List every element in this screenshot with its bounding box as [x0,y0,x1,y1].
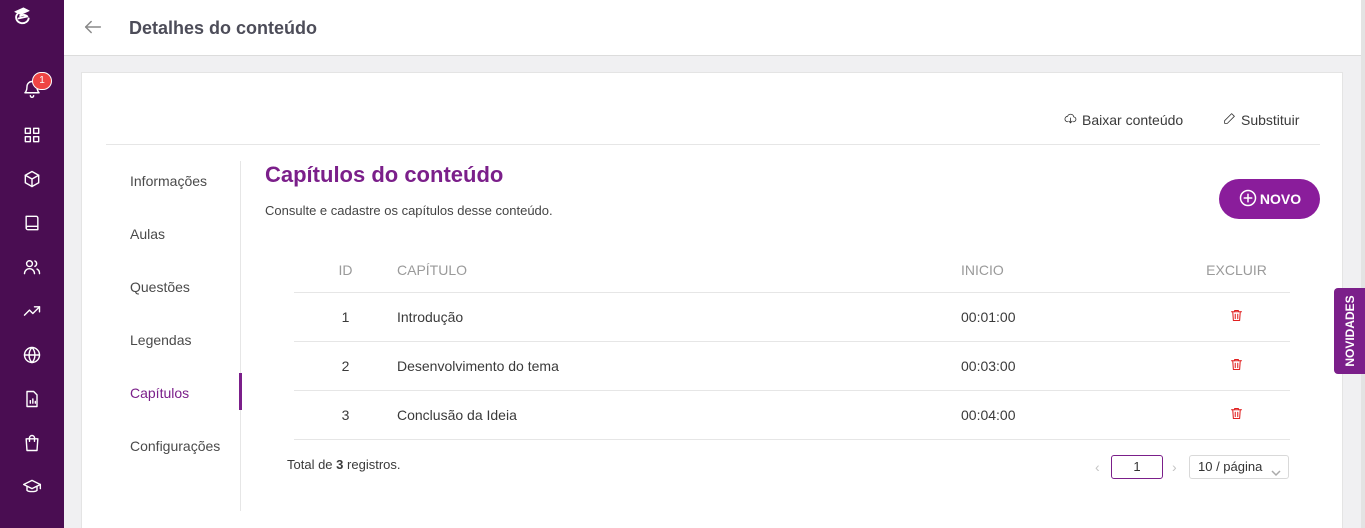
globe-icon [22,345,42,370]
vertical-scrollbar[interactable] [1361,0,1365,528]
table-header-row: ID CAPÍTULO INICIO EXCLUIR [294,249,1290,293]
graduation-icon [22,477,42,502]
nav-dashboard[interactable] [19,124,45,150]
cell-delete [1183,341,1290,391]
replace-button[interactable]: Substituir [1223,112,1299,128]
chevron-right-icon: › [1172,459,1177,475]
section-subtitle: Consulte e cadastre os capítulos desse c… [265,203,553,218]
report-icon [22,389,42,414]
total-prefix: Total de [287,457,333,472]
nav-contents[interactable] [19,212,45,238]
total-suffix: registros. [347,457,401,472]
app-logo[interactable] [12,6,54,48]
sidenav-item-aulas[interactable]: Aulas [130,226,165,242]
prev-page-button[interactable]: ‹ [1095,459,1100,475]
sidenav-item-configuracoes[interactable]: Configurações [130,438,220,454]
novidades-tab[interactable]: NOVIDADES [1334,288,1365,374]
chapters-table: ID CAPÍTULO INICIO EXCLUIR 1 Introdução … [294,249,1290,440]
page-size-value: 10 / página [1198,459,1263,474]
cell-start: 00:01:00 [961,292,1183,342]
divider [106,144,1320,145]
chevron-left-icon: ‹ [1095,459,1100,475]
sidebar-rail: 1 [0,0,64,528]
table-row: 1 Introdução 00:01:00 [294,292,1290,342]
content-card: Baixar conteúdo Substituir Informações A… [81,72,1343,528]
users-icon [22,257,42,282]
plus-circle-icon [1238,188,1258,211]
nav-store[interactable] [19,432,45,458]
bag-icon [22,433,42,458]
table-row: 2 Desenvolvimento do tema 00:03:00 [294,341,1290,391]
active-indicator [239,373,242,410]
col-header-delete: EXCLUIR [1183,249,1290,293]
trending-icon [22,301,42,326]
cell-start: 00:03:00 [961,341,1183,391]
cell-chapter: Desenvolvimento do tema [397,341,961,391]
replace-label: Substituir [1241,112,1300,128]
download-content-button[interactable]: Baixar conteúdo [1064,112,1183,128]
sidenav-item-capitulos[interactable]: Capítulos [130,385,189,401]
grid-icon [22,125,42,150]
pencil-icon [1223,112,1236,128]
trash-icon[interactable] [1229,406,1245,422]
cell-delete [1183,390,1290,440]
cell-id: 3 [294,390,397,440]
cell-id: 2 [294,341,397,391]
chevron-down-icon [1271,463,1281,477]
cube-icon [22,169,42,194]
new-chapter-button[interactable]: NOVO [1219,179,1320,219]
page-title: Detalhes do conteúdo [129,18,318,38]
book-icon [22,213,42,238]
nav-reports[interactable] [19,388,45,414]
sidenav-item-informacoes[interactable]: Informações [130,173,207,189]
arrow-left-icon [82,20,104,42]
col-header-start: INICIO [961,249,1183,293]
table-row: 3 Conclusão da Ideia 00:04:00 [294,390,1290,440]
nav-analytics[interactable] [19,300,45,326]
cell-chapter: Conclusão da Ideia [397,390,961,440]
new-chapter-label: NOVO [1259,191,1302,207]
cell-chapter: Introdução [397,292,961,342]
cell-start: 00:04:00 [961,390,1183,440]
notification-badge: 1 [32,72,52,90]
cell-delete [1183,292,1290,342]
cell-id: 1 [294,292,397,342]
nav-site[interactable] [19,344,45,370]
trash-icon[interactable] [1229,357,1245,373]
sidenav-item-legendas[interactable]: Legendas [130,332,192,348]
page-header: Detalhes do conteúdo [64,0,1361,56]
current-page-input[interactable]: 1 [1111,455,1163,479]
novidades-label: NOVIDADES [1342,295,1357,367]
content-sidenav: Informações Aulas Questões Legendas Capí… [82,161,242,511]
col-header-id: ID [294,249,397,293]
nav-products[interactable] [19,168,45,194]
nav-courses[interactable] [19,476,45,502]
back-button[interactable] [82,16,106,40]
sidenav-item-questoes[interactable]: Questões [130,279,190,295]
section-title: Capítulos do conteúdo [265,162,504,187]
trash-icon[interactable] [1229,308,1245,324]
cloud-download-icon [1064,112,1077,128]
next-page-button[interactable]: › [1172,459,1177,475]
download-content-label: Baixar conteúdo [1082,112,1184,128]
nav-users[interactable] [19,256,45,282]
total-records: Total de 3 registros. [287,457,401,472]
total-count: 3 [336,457,344,472]
page-size-select[interactable]: 10 / página [1189,455,1289,479]
col-header-chapter: CAPÍTULO [397,249,961,293]
